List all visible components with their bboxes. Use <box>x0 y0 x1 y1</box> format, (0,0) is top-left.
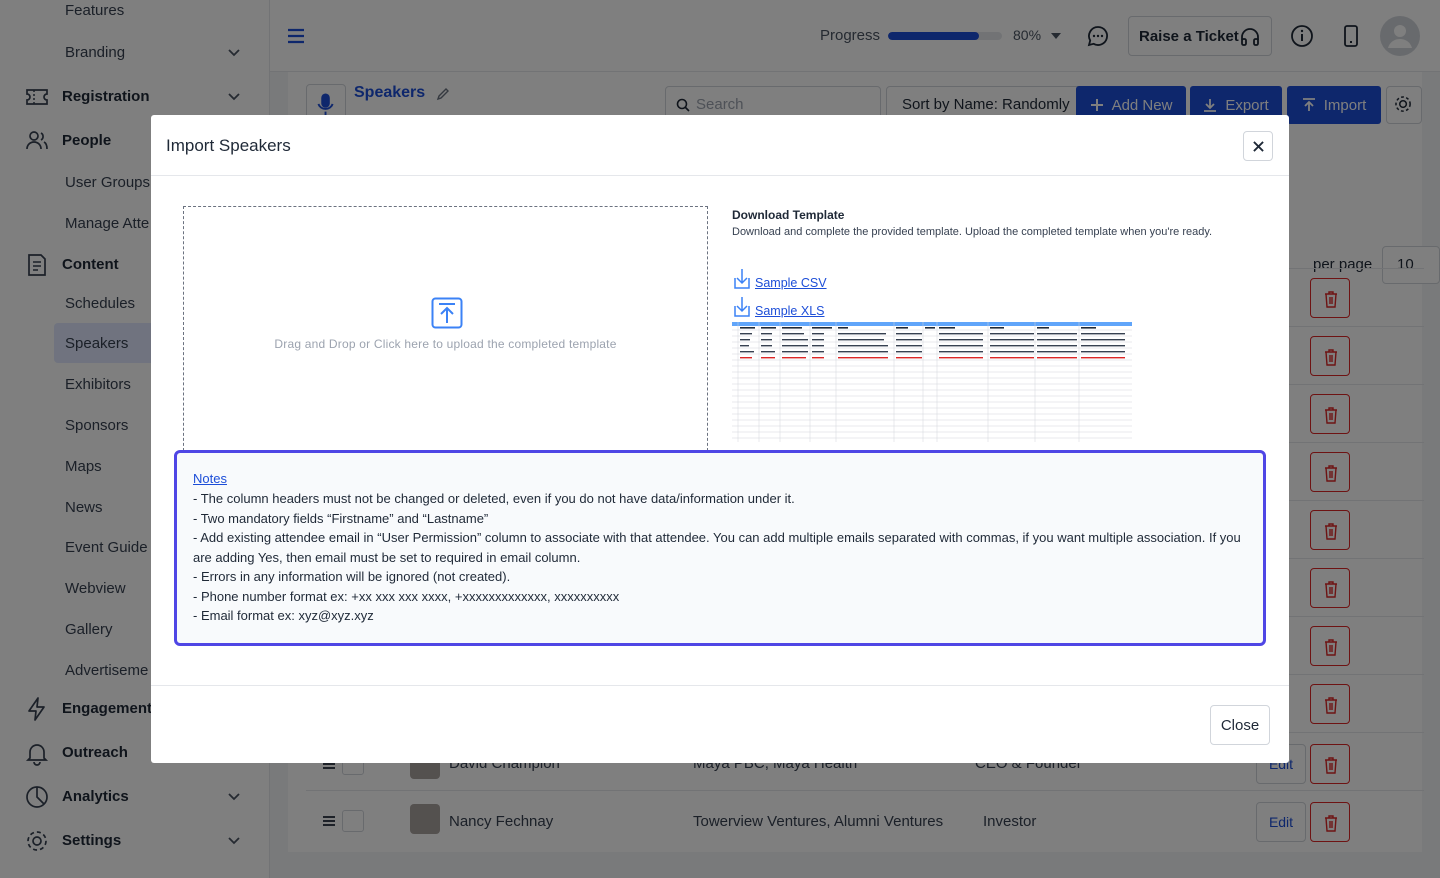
note-line: - Two mandatory fields “Firstname” and “… <box>193 510 489 526</box>
modal-footer: Close <box>151 685 1289 763</box>
dropzone-text: Drag and Drop or Click here to upload th… <box>274 337 617 351</box>
note-line: - Add existing attendee email in “User P… <box>193 530 1241 565</box>
sample-csv-link[interactable]: Sample CSV <box>732 268 827 290</box>
template-preview-image <box>732 322 1132 442</box>
upload-icon <box>431 297 463 329</box>
sample-xls-label: Sample XLS <box>755 304 825 318</box>
close-icon <box>1252 140 1264 152</box>
notes-panel: Notes - The column headers must not be c… <box>174 450 1266 646</box>
note-line: - Phone number format ex: +xx xxx xxx xx… <box>193 588 620 604</box>
close-label: Close <box>1220 716 1260 734</box>
notes-title-link[interactable]: Notes <box>193 471 1247 486</box>
modal-header: Import Speakers <box>151 115 1289 176</box>
sample-csv-label: Sample CSV <box>755 276 827 290</box>
sample-xls-link[interactable]: Sample XLS <box>732 296 824 318</box>
file-dropzone[interactable]: Drag and Drop or Click here to upload th… <box>183 206 708 456</box>
import-speakers-modal: Import Speakers Drag and Drop or Click h… <box>151 115 1289 763</box>
note-line: - Email format ex: xyz@xyz.xyz <box>193 608 374 623</box>
modal-title: Import Speakers <box>166 136 291 155</box>
download-template-title: Download Template <box>732 208 845 222</box>
download-file-icon <box>734 269 750 289</box>
note-line: - The column headers must not be changed… <box>193 491 795 506</box>
download-file-icon <box>734 297 750 317</box>
modal-close-x-button[interactable] <box>1243 131 1273 161</box>
note-line: - Errors in any information will be igno… <box>193 569 511 584</box>
close-button[interactable]: Close <box>1210 705 1270 745</box>
download-template-description: Download and complete the provided templ… <box>732 226 1213 238</box>
